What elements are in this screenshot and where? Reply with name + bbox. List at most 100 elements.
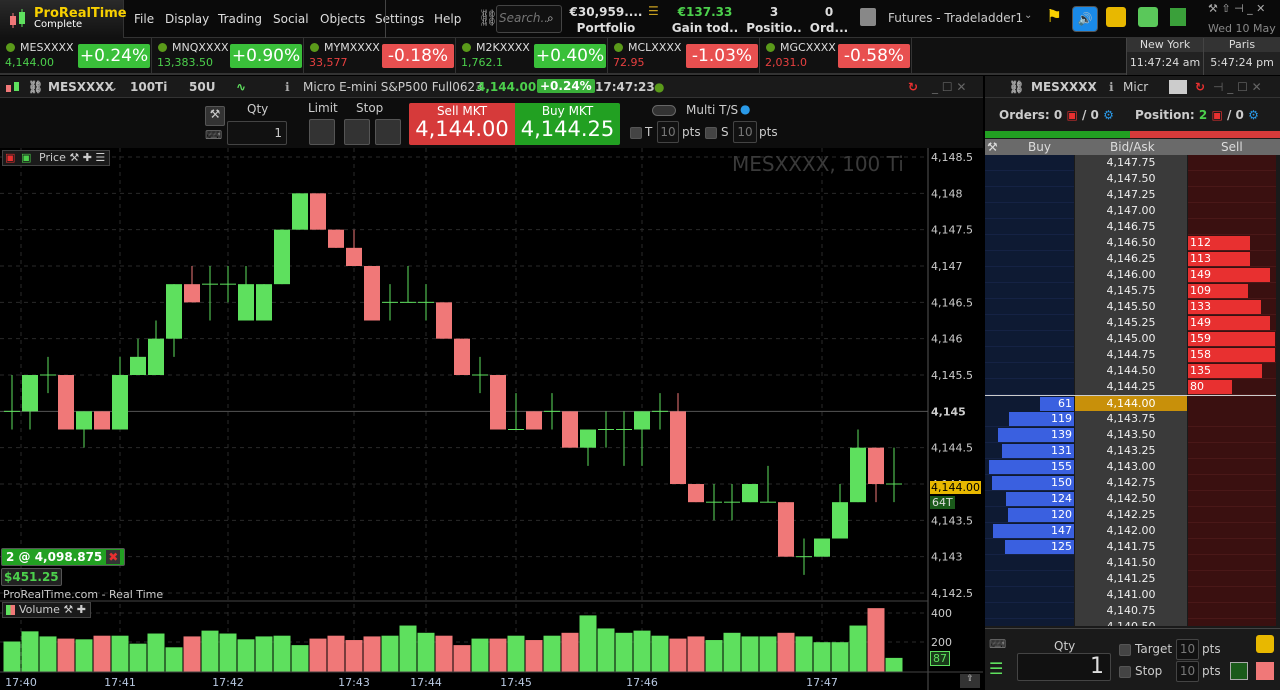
stop-pts-input[interactable]: 10 — [733, 121, 757, 143]
sell-cell[interactable]: 80 — [1188, 379, 1276, 395]
ladder-rows[interactable]: 4,147.75 4,147.50 4,147.25 4,147.00 4,146.75… — [985, 155, 1280, 626]
menu-objects[interactable]: Objects — [320, 12, 365, 26]
price-cell[interactable]: 4,147.00 — [1075, 203, 1187, 219]
buy-cell[interactable]: 125 — [985, 539, 1074, 555]
menu-file[interactable]: File — [134, 12, 154, 26]
ticker-mclxxxx[interactable]: MCLXXXX 72.95 -1.03% — [608, 38, 760, 75]
ladder-symbol-select[interactable]: MESXXXX — [1031, 80, 1097, 94]
ladder-row[interactable]: 4,141.50 — [985, 555, 1276, 571]
info-icon[interactable]: ℹ — [285, 80, 290, 94]
sell-cell[interactable]: 159 — [1188, 331, 1276, 347]
buy-cell[interactable]: 124 — [985, 491, 1074, 507]
sell-cell[interactable] — [1188, 203, 1276, 219]
lock-trade-icon[interactable] — [1106, 7, 1126, 27]
sell-cell[interactable]: 113 — [1188, 251, 1276, 267]
price-cell[interactable]: 4,142.75 — [1075, 475, 1187, 491]
wrench-icon[interactable]: ⚒ — [205, 106, 225, 126]
price-cell[interactable]: 4,141.50 — [1075, 555, 1187, 571]
buy-cell[interactable]: 139 — [985, 427, 1074, 443]
buy-cell[interactable]: 150 — [985, 475, 1074, 491]
window-controls[interactable]: ⊣ _ ☐ ✕ — [1213, 80, 1262, 94]
multi-ts-toggle[interactable] — [652, 105, 676, 116]
stop-order-button[interactable] — [344, 119, 370, 145]
scroll-up-icon[interactable]: ⇪ — [960, 674, 980, 688]
ladder-row[interactable]: 4,140.75 — [985, 603, 1276, 619]
gain-today-stat[interactable]: €137.33 Gain tod.. — [670, 4, 740, 36]
price-cell[interactable]: 4,143.50 — [1075, 427, 1187, 443]
ladder-row[interactable]: 125 4,141.75 — [985, 539, 1276, 555]
ladder-row[interactable]: 4,144.50 135 — [985, 363, 1276, 379]
price-cell[interactable]: 4,147.75 — [1075, 155, 1187, 171]
buy-cell[interactable] — [985, 251, 1074, 267]
buy-cell[interactable] — [985, 603, 1074, 619]
portfolio-stat[interactable]: €30,959.... Portfolio — [568, 4, 644, 36]
sell-cell[interactable] — [1188, 187, 1276, 203]
ladder-row[interactable]: 4,146.00 149 — [985, 267, 1276, 283]
keyboard-icon[interactable]: ⌨ — [989, 637, 1006, 651]
ladder-row[interactable]: 4,146.25 113 — [985, 251, 1276, 267]
ladder-row[interactable]: 4,144.75 158 — [985, 347, 1276, 363]
buy-cell[interactable]: 120 — [985, 507, 1074, 523]
ladder-row[interactable]: 4,145.25 149 — [985, 315, 1276, 331]
sell-cell[interactable]: 149 — [1188, 267, 1276, 283]
search-input[interactable] — [499, 11, 547, 25]
qty-input[interactable]: 1 — [227, 121, 287, 145]
buy-cell[interactable]: 131 — [985, 443, 1074, 459]
indicators-icon[interactable]: ∿ — [236, 80, 246, 94]
link-icon[interactable]: ⛓ — [1009, 80, 1024, 94]
ladder-row[interactable]: 4,141.25 — [985, 571, 1276, 587]
close-position-icon[interactable]: ▣ — [1211, 108, 1222, 122]
sell-cell[interactable] — [1188, 491, 1276, 507]
limit-order-button[interactable] — [309, 119, 335, 145]
menu-settings[interactable]: Settings — [375, 12, 424, 26]
ladder-row[interactable]: 4,140.50 — [985, 619, 1276, 626]
buy-cell[interactable] — [985, 571, 1074, 587]
price-cell[interactable]: 4,142.00 — [1075, 523, 1187, 539]
price-cell[interactable]: 4,143.25 — [1075, 443, 1187, 459]
buy-cell[interactable] — [985, 331, 1074, 347]
buy-cell[interactable] — [985, 363, 1074, 379]
ticker-mnqxxxx[interactable]: MNQXXXX 13,383.50 +0.90% — [152, 38, 304, 75]
price-cell[interactable]: 4,146.75 — [1075, 219, 1187, 235]
window-controls[interactable]: _ ☐ ✕ — [932, 80, 966, 94]
sell-cell[interactable]: 109 — [1188, 283, 1276, 299]
sound-icon[interactable]: 🔊 — [1072, 6, 1098, 32]
ladder-row[interactable]: 131 4,143.25 — [985, 443, 1276, 459]
price-cell[interactable]: 4,144.25 — [1075, 379, 1187, 395]
price-cell[interactable]: 4,142.50 — [1075, 491, 1187, 507]
ladder-row[interactable]: 4,147.75 — [985, 155, 1276, 171]
buy-cell[interactable] — [985, 171, 1074, 187]
sell-cell[interactable] — [1188, 443, 1276, 459]
target-checkbox[interactable] — [1119, 644, 1131, 656]
price-legend[interactable]: ▣ ▣ Price ⚒ ✚ ☰ — [2, 150, 111, 166]
ladder-row[interactable]: 4,147.50 — [985, 171, 1276, 187]
ladder-settings-icon[interactable] — [1256, 662, 1274, 680]
price-cell[interactable]: 4,141.25 — [1075, 571, 1187, 587]
layout-icon[interactable] — [1169, 80, 1187, 94]
ladder-row[interactable]: 147 4,142.00 — [985, 523, 1276, 539]
ladder-row[interactable]: 150 4,142.75 — [985, 475, 1276, 491]
stop-limit-order-button[interactable] — [375, 119, 401, 145]
buy-cell[interactable] — [985, 219, 1074, 235]
chart-canvas[interactable]: 4,148.5 4,148 4,147.5 4,147 4,146.5 4,146 4,14… — [0, 148, 983, 690]
stop-checkbox[interactable] — [1119, 666, 1131, 678]
ladder-row[interactable]: 61 4,144.00 — [985, 395, 1276, 412]
price-cell[interactable]: 4,145.50 — [1075, 299, 1187, 315]
ladder-row[interactable]: 4,145.75 109 — [985, 283, 1276, 299]
ladder-qty-input[interactable]: 1 — [1017, 653, 1111, 681]
link-icon[interactable]: ⛓ — [28, 80, 43, 94]
ladder-row[interactable]: 139 4,143.50 — [985, 427, 1276, 443]
ladder-row[interactable]: 124 4,142.50 — [985, 491, 1276, 507]
window-controls[interactable]: ⚒ ⇧ ⊣ _ ✕ — [1208, 2, 1265, 15]
price-cell[interactable]: 4,144.00 — [1075, 396, 1187, 412]
sell-cell[interactable] — [1188, 155, 1276, 171]
positions-stat[interactable]: 3 Positio.. — [746, 4, 802, 36]
price-cell[interactable]: 4,143.75 — [1075, 411, 1187, 427]
sell-cell[interactable] — [1188, 475, 1276, 491]
price-cell[interactable]: 4,143.00 — [1075, 459, 1187, 475]
workspace-select[interactable]: Futures - Tradeladder1 — [888, 11, 1023, 25]
target-pts-input[interactable]: 10 — [657, 121, 679, 143]
price-cell[interactable]: 4,146.25 — [1075, 251, 1187, 267]
buy-cell[interactable] — [985, 235, 1074, 251]
sell-cell[interactable] — [1188, 587, 1276, 603]
